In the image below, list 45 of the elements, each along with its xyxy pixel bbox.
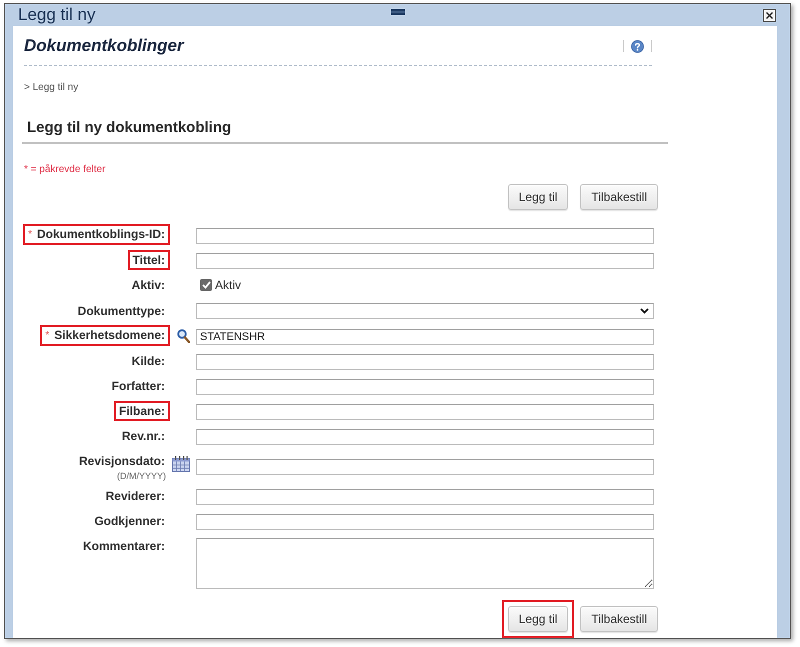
field-label: Kommentarer: (82, 538, 166, 555)
checkbox[interactable] (200, 279, 212, 291)
required-note: * = påkrevde felter (24, 164, 106, 175)
calendar-icon[interactable] (172, 456, 190, 472)
text-field[interactable] (196, 228, 654, 244)
field-label: * Sikkerhetsdomene: (40, 325, 170, 346)
text-field[interactable] (196, 488, 654, 505)
field-label: Dokumenttype: (76, 302, 166, 320)
add-button[interactable]: Legg til (508, 606, 568, 632)
chevron-down-icon (640, 308, 649, 314)
reset-button[interactable]: Tilbakestill (580, 184, 658, 210)
add-button[interactable]: Legg til (508, 184, 568, 210)
field-label: Godkjenner: (93, 512, 166, 530)
text-field[interactable] (196, 354, 654, 370)
field-label: Kilde: (130, 352, 166, 370)
section-title: Legg til ny dokumentkobling (27, 119, 232, 136)
field-label: Forfatter: (110, 378, 166, 394)
checkmark-icon (202, 281, 210, 289)
help-icon[interactable] (631, 40, 644, 52)
text-field[interactable] (196, 428, 654, 445)
drag-handle-icon[interactable] (390, 9, 404, 15)
search-icon[interactable] (176, 328, 190, 342)
page-title: Dokumentkoblinger (24, 35, 184, 57)
field-label: Filbane: (114, 400, 170, 420)
date-field[interactable] (196, 459, 654, 476)
field-label: * Dokumentkoblings-ID: (23, 224, 170, 245)
text-field[interactable] (196, 404, 654, 420)
reset-button[interactable]: Tilbakestill (580, 606, 658, 632)
text-field[interactable] (196, 514, 654, 530)
field-label: Rev.nr.: (120, 428, 166, 444)
field-label: Tittel: (128, 250, 170, 270)
dropdown-field[interactable] (196, 302, 654, 318)
field-label: Revisjonsdato: (78, 453, 166, 470)
close-button[interactable] (763, 8, 776, 22)
text-field[interactable] (196, 378, 654, 395)
text-area[interactable] (196, 538, 654, 589)
text-field[interactable]: STATENSHR (196, 328, 654, 345)
text-field[interactable] (196, 252, 654, 269)
breadcrumb-link[interactable]: > Legg til ny (24, 82, 78, 93)
checkbox-label: Aktiv (215, 278, 242, 292)
field-label: Aktiv: (130, 277, 166, 294)
close-icon (766, 12, 773, 18)
field-hint: (D/M/YYYY) (116, 471, 166, 482)
field-label: Reviderer: (104, 488, 166, 504)
window-title: Legg til ny (18, 5, 96, 25)
